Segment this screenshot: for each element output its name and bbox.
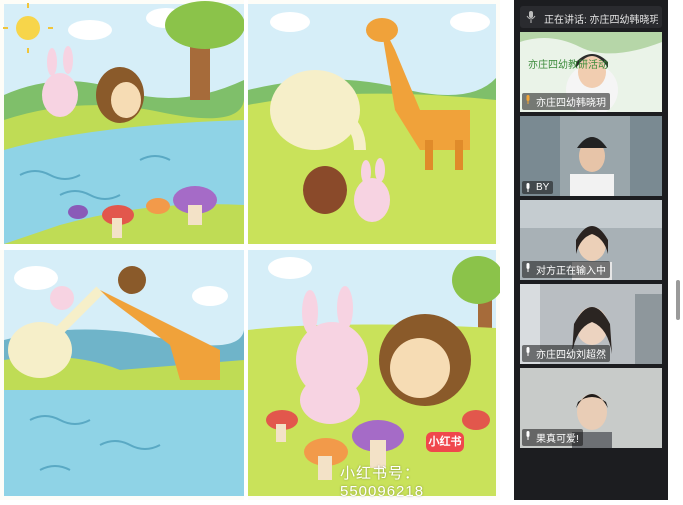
participant-name: 对方正在输入中 <box>522 261 610 278</box>
mic-on-icon <box>526 263 530 272</box>
participant-tile[interactable]: BY <box>520 116 662 196</box>
picture-story-illustration <box>0 0 504 500</box>
participant-name: 亦庄四幼韩晓玥 <box>522 93 610 110</box>
mic-on-icon <box>526 183 530 192</box>
panel-1 <box>3 1 245 244</box>
panel-3 <box>4 250 244 496</box>
app-window: 小红书 小红书号：550096218 正在讲话: 亦庄四幼韩晓玥; 果... 亦… <box>0 0 683 500</box>
tile-background-text: 亦庄四幼教研活动 <box>528 60 608 71</box>
participant-tile[interactable]: 对方正在输入中 <box>520 200 662 280</box>
participant-video-column: 正在讲话: 亦庄四幼韩晓玥; 果... 亦庄四幼教研活动 亦庄四幼韩晓玥 <box>514 0 668 500</box>
participant-name: 果真可爱! <box>522 429 583 446</box>
watermark-text: 小红书号：550096218 <box>340 465 425 500</box>
scrollbar[interactable] <box>676 280 680 320</box>
speaker-banner-text: 正在讲话: 亦庄四幼韩晓玥; 果... <box>544 15 658 26</box>
mic-on-icon <box>526 95 530 104</box>
watermark-logo: 小红书 <box>426 432 464 452</box>
participant-tile[interactable]: 亦庄四幼教研活动 亦庄四幼韩晓玥 <box>520 32 662 112</box>
microphone-icon <box>526 11 536 23</box>
participant-tile[interactable]: 果真可爱! <box>520 368 662 448</box>
panel-2 <box>248 4 496 244</box>
participant-name: BY <box>522 181 554 194</box>
active-speaker-banner: 正在讲话: 亦庄四幼韩晓玥; 果... <box>520 6 662 28</box>
shared-screen: 小红书 小红书号：550096218 <box>0 0 504 500</box>
participant-name: 亦庄四幼刘超然 <box>522 345 610 362</box>
mic-on-icon <box>526 431 530 440</box>
panel-4 <box>248 250 504 496</box>
mic-on-icon <box>526 347 530 356</box>
participant-tile[interactable]: 亦庄四幼刘超然 <box>520 284 662 364</box>
